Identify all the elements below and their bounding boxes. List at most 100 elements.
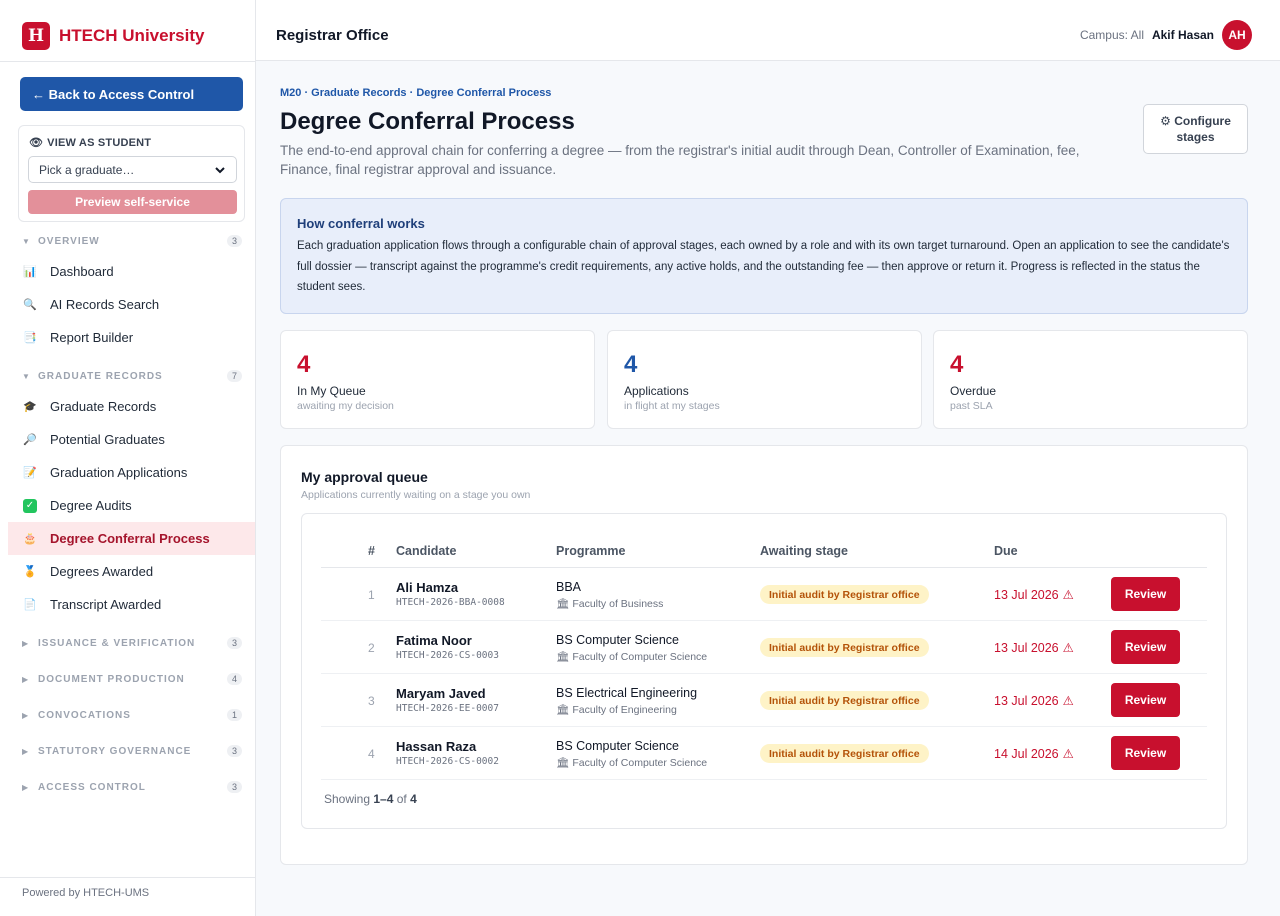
nav-section-graduate-records[interactable]: ▼ GRADUATE RECORDS 7 bbox=[22, 368, 242, 384]
stat-sub: awaiting my decision bbox=[297, 400, 394, 412]
preview-self-service-button[interactable]: Preview self-service bbox=[28, 190, 237, 214]
nav-section-access-control[interactable]: ▶ ACCESS CONTROL 3 bbox=[22, 779, 242, 795]
sidebar-item-label: Transcript Awarded bbox=[50, 597, 162, 612]
pagination-summary: Showing 1–4 of 4 bbox=[324, 792, 417, 806]
back-to-access-control-button[interactable]: ← Back to Access Control bbox=[20, 77, 243, 111]
topbar-title: Registrar Office bbox=[276, 27, 389, 44]
candidate-id: HTECH-2026-BBA-0008 bbox=[396, 597, 505, 608]
building-icon: 🏛 bbox=[556, 598, 570, 610]
row-number: 4 bbox=[368, 747, 375, 761]
sidebar-item-report-builder[interactable]: 📑 Report Builder bbox=[8, 321, 255, 354]
caret-down-icon: ▼ bbox=[22, 236, 30, 246]
sidebar-item-dashboard[interactable]: 📊 Dashboard bbox=[8, 255, 255, 288]
chevron-down-icon bbox=[215, 166, 225, 173]
page-title: Degree Conferral Process bbox=[280, 108, 575, 135]
view-as-student-title: 👁 VIEW AS STUDENT bbox=[29, 136, 151, 150]
due-date-text: 13 Jul 2026 bbox=[994, 587, 1059, 602]
search-icon: 🔎 bbox=[23, 434, 37, 446]
stage-badge: Initial audit by Registrar office bbox=[760, 691, 929, 710]
nav-section-count: 3 bbox=[226, 235, 242, 247]
showing-prefix: Showing bbox=[324, 792, 371, 806]
candidate-name: Fatima Noor bbox=[396, 633, 472, 648]
review-button[interactable]: Review bbox=[1111, 683, 1180, 717]
sidebar-item-degree-audits[interactable]: ✓ Degree Audits bbox=[8, 489, 255, 522]
nav-section-document-production[interactable]: ▶ DOCUMENT PRODUCTION 4 bbox=[22, 671, 242, 687]
warning-icon: ⚠ bbox=[1062, 641, 1074, 655]
nav-section-label: STATUTORY GOVERNANCE bbox=[38, 745, 192, 757]
divider bbox=[0, 61, 255, 62]
programme-name: BS Electrical Engineering bbox=[556, 686, 698, 700]
candidate-id: HTECH-2026-CS-0003 bbox=[396, 650, 499, 661]
sidebar-item-transcript-awarded[interactable]: 📄 Transcript Awarded bbox=[8, 588, 255, 621]
breadcrumb: M20 · Graduate Records · Degree Conferra… bbox=[280, 87, 552, 99]
nav-section-issuance-verification[interactable]: ▶ ISSUANCE & VERIFICATION 3 bbox=[22, 635, 242, 651]
page-subtitle: The end-to-end approval chain for confer… bbox=[280, 143, 1080, 177]
table-row: 4 Hassan Raza HTECH-2026-CS-0002 BS Comp… bbox=[321, 727, 1207, 780]
approval-queue-table: # Candidate Programme Awaiting stage Due… bbox=[301, 513, 1227, 829]
stat-sub: in flight at my stages bbox=[624, 400, 720, 412]
nav-section-statutory-governance[interactable]: ▶ STATUTORY GOVERNANCE 3 bbox=[22, 743, 242, 759]
sidebar-item-graduate-records[interactable]: 🎓 Graduate Records bbox=[8, 390, 255, 423]
programme-name: BBA bbox=[556, 580, 582, 594]
graduate-select[interactable]: Pick a graduate… bbox=[28, 156, 237, 183]
sidebar-item-graduation-applications[interactable]: 📝 Graduation Applications bbox=[8, 456, 255, 489]
transcript-icon: 📄 bbox=[23, 599, 37, 611]
row-number: 3 bbox=[368, 694, 375, 708]
nav-section-convocations[interactable]: ▶ CONVOCATIONS 1 bbox=[22, 707, 242, 723]
sidebar-item-label: Report Builder bbox=[50, 330, 134, 345]
caret-right-icon: ▶ bbox=[22, 674, 29, 684]
info-title: How conferral works bbox=[297, 216, 425, 231]
application-icon: 📝 bbox=[23, 467, 37, 479]
sidebar-item-degrees-awarded[interactable]: 🏅 Degrees Awarded bbox=[8, 555, 255, 588]
sidebar-item-ai-records-search[interactable]: 🔍 AI Records Search bbox=[8, 288, 255, 321]
column-header-num: # bbox=[368, 544, 375, 558]
candidate-id: HTECH-2026-EE-0007 bbox=[396, 703, 499, 714]
column-header-programme: Programme bbox=[556, 544, 626, 558]
programme-name: BS Computer Science bbox=[556, 633, 679, 647]
nav-section-label: ISSUANCE & VERIFICATION bbox=[38, 637, 196, 649]
faculty-name: Faculty of Computer Science bbox=[572, 756, 708, 769]
review-button[interactable]: Review bbox=[1111, 630, 1180, 664]
nav-section-count: 7 bbox=[226, 370, 242, 382]
nav-section-count: 3 bbox=[226, 745, 242, 757]
eye-icon: 👁 bbox=[29, 137, 44, 149]
showing-of: of bbox=[396, 792, 407, 806]
stat-label: Applications bbox=[624, 384, 689, 398]
faculty: 🏛 Faculty of Computer Science bbox=[556, 650, 707, 664]
column-header-awaiting-stage: Awaiting stage bbox=[760, 544, 848, 558]
sidebar-item-potential-graduates[interactable]: 🔎 Potential Graduates bbox=[8, 423, 255, 456]
nav-section-label: ACCESS CONTROL bbox=[38, 781, 146, 793]
caret-right-icon: ▶ bbox=[22, 710, 29, 720]
sidebar-item-label: Graduate Records bbox=[50, 399, 157, 414]
sidebar-item-label: Degrees Awarded bbox=[50, 564, 154, 579]
configure-stages-button[interactable]: ⚙ Configure stages bbox=[1143, 104, 1248, 154]
brand[interactable]: H HTECH University bbox=[22, 22, 204, 50]
showing-total: 4 bbox=[410, 792, 417, 806]
nav-section-overview[interactable]: ▼ OVERVIEW 3 bbox=[22, 233, 242, 249]
building-icon: 🏛 bbox=[556, 757, 570, 769]
queue-subtitle: Applications currently waiting on a stag… bbox=[301, 489, 531, 501]
nav-section-count: 1 bbox=[226, 709, 242, 721]
stat-value: 4 bbox=[950, 351, 964, 378]
due-date-text: 13 Jul 2026 bbox=[994, 640, 1059, 655]
divider bbox=[0, 877, 255, 878]
avatar[interactable]: AH bbox=[1222, 20, 1252, 50]
stat-label: Overdue bbox=[950, 384, 997, 398]
user-name[interactable]: Akif Hasan bbox=[1152, 28, 1214, 42]
grad-cap-icon: 🎓 bbox=[23, 401, 37, 413]
programme-name: BS Computer Science bbox=[556, 739, 679, 753]
sidebar-item-degree-conferral-process[interactable]: 🎂 Degree Conferral Process bbox=[8, 522, 255, 555]
review-button[interactable]: Review bbox=[1111, 577, 1180, 611]
warning-icon: ⚠ bbox=[1062, 588, 1074, 602]
approval-queue-card: My approval queue Applications currently… bbox=[280, 445, 1248, 865]
due-date-text: 14 Jul 2026 bbox=[994, 746, 1059, 761]
candidate-id: HTECH-2026-CS-0002 bbox=[396, 756, 499, 767]
campus-filter[interactable]: Campus: All bbox=[1080, 28, 1144, 42]
view-as-student-panel: 👁 VIEW AS STUDENT Pick a graduate… Previ… bbox=[18, 125, 245, 222]
ceremony-icon: 🎂 bbox=[23, 533, 37, 545]
sidebar-item-label: Potential Graduates bbox=[50, 432, 165, 447]
brand-logo: H bbox=[22, 22, 50, 50]
review-button[interactable]: Review bbox=[1111, 736, 1180, 770]
info-body: Each graduation application flows throug… bbox=[297, 240, 1230, 293]
table-row: 3 Maryam Javed HTECH-2026-EE-0007 BS Ele… bbox=[321, 674, 1207, 727]
